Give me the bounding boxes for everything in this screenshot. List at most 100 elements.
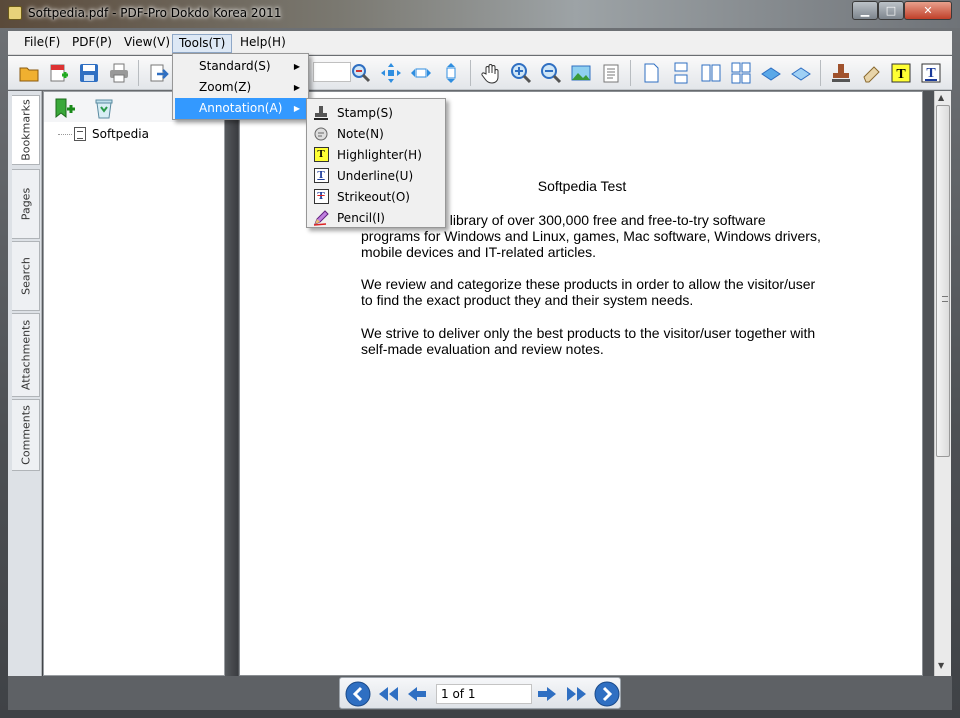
svg-text:T: T: [926, 66, 936, 81]
menu-item-standard-label: Standard(S): [199, 59, 271, 73]
tab-attachments[interactable]: Attachments: [12, 313, 40, 397]
close-button[interactable]: ✕: [904, 1, 952, 20]
zoom-out-icon[interactable]: [538, 60, 564, 86]
tab-bookmarks[interactable]: Bookmarks: [12, 95, 40, 165]
zoom-out-small-icon[interactable]: [348, 60, 374, 86]
highlighter-tool-icon[interactable]: T: [888, 60, 914, 86]
previous-page-icon[interactable]: [404, 681, 430, 707]
menu-pdf[interactable]: PDF(P): [66, 34, 118, 53]
toolbar-separator: [470, 60, 471, 86]
menu-file[interactable]: File(F): [18, 34, 66, 53]
open-folder-icon[interactable]: [16, 60, 42, 86]
svg-text:T: T: [896, 67, 906, 82]
forward-icon[interactable]: [594, 681, 620, 707]
bookmarks-panel: [43, 91, 225, 676]
maximize-button[interactable]: □: [878, 1, 904, 20]
document-icon: [74, 127, 86, 141]
facing-pages-icon[interactable]: [698, 60, 724, 86]
menu-item-annotation-label: Annotation(A): [199, 101, 283, 115]
submenu-arrow-icon: ▶: [293, 83, 300, 92]
menu-item-pencil[interactable]: Pencil(I): [309, 207, 443, 228]
menu-tools[interactable]: Tools(T): [172, 34, 233, 53]
continuous-facing-icon[interactable]: [728, 60, 754, 86]
page-number-field[interactable]: 1 of 1: [436, 684, 532, 704]
new-pdf-icon[interactable]: [46, 60, 72, 86]
print-icon[interactable]: [106, 60, 132, 86]
tab-comments-label: Comments: [19, 405, 32, 465]
save-icon[interactable]: [76, 60, 102, 86]
tab-bookmarks-label: Bookmarks: [19, 99, 32, 161]
document-paragraph: We review and categorize these products …: [361, 276, 816, 308]
panel-splitter[interactable]: [225, 91, 238, 676]
hand-tool-icon[interactable]: [478, 60, 504, 86]
zoom-level-field[interactable]: [313, 62, 351, 82]
underline-icon: T: [313, 168, 329, 184]
last-page-icon[interactable]: [564, 681, 590, 707]
scroll-down-arrow-icon[interactable]: ▼: [938, 661, 944, 670]
scroll-up-arrow-icon[interactable]: ▲: [938, 93, 944, 102]
eraser-icon[interactable]: [858, 60, 884, 86]
tab-search[interactable]: Search: [12, 241, 40, 311]
menu-item-note[interactable]: Note(N): [309, 123, 443, 144]
menu-bar: File(F) PDF(P) View(V) Tools(T) Help(H): [8, 31, 952, 55]
single-page-icon[interactable]: [638, 60, 664, 86]
fit-height-icon[interactable]: [438, 60, 464, 86]
delete-bookmark-icon[interactable]: [92, 96, 116, 120]
page-navigation: 1 of 1: [339, 677, 621, 709]
text-select-icon[interactable]: [598, 60, 624, 86]
side-tab-strip: Bookmarks Pages Search Attachments Comme…: [8, 91, 42, 676]
menu-item-underline[interactable]: T Underline(U): [309, 165, 443, 186]
continuous-page-icon[interactable]: [668, 60, 694, 86]
add-bookmark-icon[interactable]: [52, 96, 76, 120]
rotate-right-icon[interactable]: [788, 60, 814, 86]
tab-pages[interactable]: Pages: [12, 169, 40, 239]
scrollbar-thumb[interactable]: [936, 105, 950, 457]
tab-attachments-label: Attachments: [19, 319, 32, 391]
bookmark-item[interactable]: Softpedia: [58, 124, 149, 144]
menu-item-zoom[interactable]: Zoom(Z) ▶: [175, 77, 306, 98]
pencil-icon: [313, 209, 329, 226]
menu-item-note-label: Note(N): [337, 126, 384, 141]
rotate-left-icon[interactable]: [758, 60, 784, 86]
export-icon[interactable]: [146, 60, 172, 86]
vertical-scrollbar[interactable]: ▲ ▼: [934, 91, 951, 676]
menu-view[interactable]: View(V): [118, 34, 176, 53]
zoom-in-icon[interactable]: [508, 60, 534, 86]
move-icon[interactable]: [378, 60, 404, 86]
minimize-button[interactable]: ▁: [852, 1, 878, 20]
first-page-icon[interactable]: [375, 681, 401, 707]
menu-item-strikeout[interactable]: T Strikeout(O): [309, 186, 443, 207]
menu-item-stamp[interactable]: Stamp(S): [309, 102, 443, 123]
back-icon[interactable]: [345, 681, 371, 707]
annotation-submenu: Stamp(S) Note(N) T Highlighter(H) T Unde…: [306, 98, 446, 228]
toolbar: T T: [8, 56, 952, 90]
fit-width-icon[interactable]: [408, 60, 434, 86]
menu-item-highlighter[interactable]: T Highlighter(H): [309, 144, 443, 165]
toolbar-separator: [630, 60, 631, 86]
tree-connector: [58, 133, 72, 135]
tab-search-label: Search: [19, 257, 32, 295]
menu-item-standard[interactable]: Standard(S) ▶: [175, 56, 306, 77]
document-paragraph: We strive to deliver only the best produ…: [361, 325, 816, 357]
menu-item-stamp-label: Stamp(S): [337, 105, 393, 120]
menu-item-zoom-label: Zoom(Z): [199, 80, 252, 94]
app-icon[interactable]: [8, 6, 22, 20]
menu-item-strikeout-label: Strikeout(O): [337, 189, 410, 204]
tab-pages-label: Pages: [19, 187, 32, 221]
stamp-icon: [313, 105, 329, 121]
toolbar-separator: [820, 60, 821, 86]
highlighter-icon: T: [313, 147, 329, 163]
menu-help[interactable]: Help(H): [234, 34, 292, 53]
bookmark-label: Softpedia: [92, 127, 149, 141]
toolbar-separator: [138, 60, 139, 86]
image-icon[interactable]: [568, 60, 594, 86]
tools-menu: Standard(S) ▶ Zoom(Z) ▶ Annotation(A) ▶: [172, 53, 309, 120]
menu-item-annotation[interactable]: Annotation(A) ▶: [175, 98, 306, 119]
note-icon: [313, 126, 329, 142]
stamp-tool-icon[interactable]: [828, 60, 854, 86]
next-page-icon[interactable]: [534, 681, 560, 707]
underline-tool-icon[interactable]: T: [918, 60, 944, 86]
submenu-arrow-icon: ▶: [293, 62, 300, 71]
window-title: Softpedia.pdf - PDF-Pro Dokdo Korea 2011: [28, 6, 282, 20]
tab-comments[interactable]: Comments: [12, 399, 40, 471]
